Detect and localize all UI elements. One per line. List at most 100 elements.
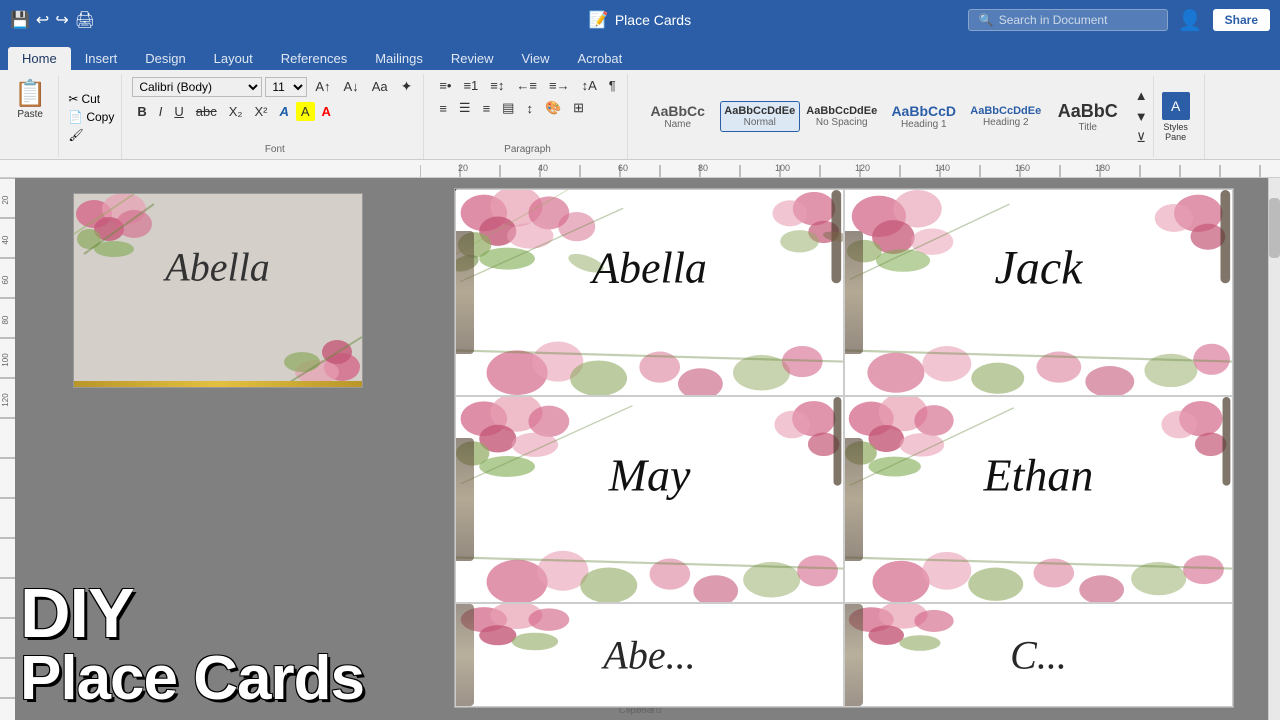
style-title[interactable]: AaBbC Title bbox=[1048, 97, 1128, 137]
clipboard-group: 📋 Paste ✂ Cut 📄 Copy 🖌 Clipboard bbox=[4, 74, 122, 159]
card-jack-name: Jack bbox=[995, 240, 1083, 295]
numbering-button[interactable]: ≡1 bbox=[458, 76, 483, 95]
ribbon: 📋 Paste ✂ Cut 📄 Copy 🖌 Clipboard Calibri… bbox=[0, 70, 1280, 160]
card-partial-right-name: C... bbox=[1010, 632, 1067, 679]
tab-mailings[interactable]: Mailings bbox=[361, 47, 437, 70]
styles-pane-button[interactable]: A StylesPane bbox=[1153, 76, 1198, 157]
profile-icon[interactable]: 👤 bbox=[1178, 8, 1203, 33]
superscript-button[interactable]: X² bbox=[249, 102, 272, 121]
subscript-button[interactable]: X₂ bbox=[224, 102, 248, 121]
format-painter-icon: 🖌 bbox=[68, 128, 83, 142]
styles-pane-icon: A bbox=[1162, 92, 1190, 120]
feather-accent bbox=[456, 231, 474, 354]
shading-button[interactable]: 🎨 bbox=[540, 98, 566, 118]
svg-text:120: 120 bbox=[855, 163, 870, 173]
svg-text:60: 60 bbox=[1, 275, 10, 284]
strikethrough-button[interactable]: abc bbox=[191, 102, 222, 121]
font-group-label: Font bbox=[265, 144, 285, 157]
show-marks-button[interactable]: ¶ bbox=[604, 76, 621, 95]
sort-button[interactable]: ↕A bbox=[577, 76, 602, 95]
align-right-button[interactable]: ≡ bbox=[478, 99, 496, 118]
tab-layout[interactable]: Layout bbox=[200, 47, 267, 70]
style-no-spacing[interactable]: AaBbCcDdEe No Spacing bbox=[802, 101, 882, 132]
styles-group: AaBbCc Name AaBbCcDdEe Normal AaBbCcDdEe… bbox=[632, 74, 1205, 159]
svg-text:40: 40 bbox=[538, 163, 548, 173]
text-highlight-button[interactable]: A bbox=[296, 102, 315, 121]
decrease-indent-button[interactable]: ←≡ bbox=[511, 76, 542, 95]
justify-button[interactable]: ▤ bbox=[497, 98, 519, 118]
font-group: Calibri (Body) 11 A↑ A↓ Aa ✦ B I U abc X… bbox=[126, 74, 424, 159]
bold-button[interactable]: B bbox=[132, 102, 151, 121]
preview-card-name: Abella bbox=[165, 244, 269, 291]
svg-text:100: 100 bbox=[775, 163, 790, 173]
change-case-button[interactable]: Aa bbox=[367, 77, 393, 96]
quick-access-save[interactable]: 💾 bbox=[10, 10, 30, 30]
tab-review[interactable]: Review bbox=[437, 47, 508, 70]
tab-home[interactable]: Home bbox=[8, 47, 71, 70]
card-may-name: May bbox=[609, 449, 691, 502]
copy-button[interactable]: 📄 Copy bbox=[65, 109, 117, 125]
svg-text:140: 140 bbox=[935, 163, 950, 173]
style-heading2[interactable]: AaBbCcDdEe Heading 2 bbox=[966, 101, 1046, 132]
align-left-button[interactable]: ≡ bbox=[434, 99, 452, 118]
style-normal[interactable]: AaBbCcDdEe Normal bbox=[720, 101, 800, 132]
line-spacing-button[interactable]: ↕ bbox=[521, 99, 538, 118]
card-abella-name: Abella bbox=[592, 242, 707, 293]
font-color-button[interactable]: A bbox=[317, 102, 336, 121]
styles-scroll-up[interactable]: ▲ bbox=[1130, 86, 1153, 105]
bullets-button[interactable]: ≡• bbox=[434, 76, 456, 95]
svg-text:40: 40 bbox=[1, 235, 10, 244]
svg-text:180: 180 bbox=[1095, 163, 1110, 173]
vertical-ruler: 20 40 60 80 100 120 bbox=[0, 178, 15, 720]
paste-button[interactable]: 📋 Paste bbox=[8, 76, 52, 122]
horizontal-ruler: // Can't use JS in SVG here, draw static… bbox=[0, 160, 1280, 178]
styles-scroll-down[interactable]: ▼ bbox=[1130, 107, 1153, 126]
style-name[interactable]: AaBbCc Name bbox=[638, 99, 718, 134]
decrease-font-button[interactable]: A↓ bbox=[339, 77, 364, 96]
title-right-controls: 🔍 Search in Document 👤 Share bbox=[968, 8, 1270, 33]
font-size-select[interactable]: 11 bbox=[265, 77, 307, 97]
quick-access-redo[interactable]: ↪ bbox=[55, 10, 68, 30]
card-partial-left-name: Abe... bbox=[603, 632, 695, 679]
paragraph-group-label: Paragraph bbox=[504, 144, 551, 157]
increase-indent-button[interactable]: ≡→ bbox=[544, 76, 575, 95]
tab-acrobat[interactable]: Acrobat bbox=[563, 47, 636, 70]
card-partial-right: C... bbox=[844, 603, 1233, 707]
italic-button[interactable]: I bbox=[154, 102, 168, 121]
text-effects-button[interactable]: A bbox=[274, 102, 293, 121]
borders-button[interactable]: ⊞ bbox=[568, 98, 589, 118]
card-jack: Jack bbox=[844, 189, 1233, 396]
svg-text:160: 160 bbox=[1015, 163, 1030, 173]
document-area[interactable]: ⊕ bbox=[420, 178, 1268, 720]
clear-format-button[interactable]: ✦ bbox=[396, 76, 418, 97]
style-heading1[interactable]: AaBbCcD Heading 1 bbox=[884, 99, 964, 134]
cut-icon: ✂ bbox=[68, 92, 78, 106]
multilevel-button[interactable]: ≡↕ bbox=[485, 76, 509, 95]
tab-insert[interactable]: Insert bbox=[71, 47, 132, 70]
vertical-scrollbar[interactable] bbox=[1268, 178, 1280, 720]
card-partial-left: Abe... bbox=[455, 603, 844, 707]
share-button[interactable]: Share bbox=[1213, 9, 1270, 31]
svg-text:60: 60 bbox=[618, 163, 628, 173]
increase-font-button[interactable]: A↑ bbox=[310, 77, 335, 96]
styles-more[interactable]: ⊻ bbox=[1130, 128, 1153, 148]
quick-access-undo[interactable]: ↩ bbox=[36, 10, 49, 30]
format-painter-button[interactable]: 🖌 bbox=[65, 127, 117, 143]
move-handle[interactable]: ⊕ bbox=[454, 188, 458, 197]
tab-references[interactable]: References bbox=[267, 47, 361, 70]
tab-design[interactable]: Design bbox=[131, 47, 199, 70]
tab-view[interactable]: View bbox=[508, 47, 564, 70]
svg-text:80: 80 bbox=[698, 163, 708, 173]
document-page: ⊕ bbox=[454, 188, 1234, 708]
cut-button[interactable]: ✂ Cut bbox=[65, 91, 117, 107]
underline-button[interactable]: U bbox=[169, 102, 188, 121]
ribbon-tabs: Home Insert Design Layout References Mai… bbox=[0, 40, 1280, 70]
search-box[interactable]: 🔍 Search in Document bbox=[968, 9, 1168, 31]
align-center-button[interactable]: ☰ bbox=[454, 98, 476, 118]
card-ethan: Ethan bbox=[844, 396, 1233, 603]
quick-access-print[interactable]: 🖨 bbox=[75, 10, 95, 30]
feather-accent-3 bbox=[456, 438, 474, 561]
search-icon: 🔍 bbox=[979, 13, 994, 27]
scrollbar-thumb[interactable] bbox=[1269, 198, 1280, 258]
font-family-select[interactable]: Calibri (Body) bbox=[132, 77, 262, 97]
